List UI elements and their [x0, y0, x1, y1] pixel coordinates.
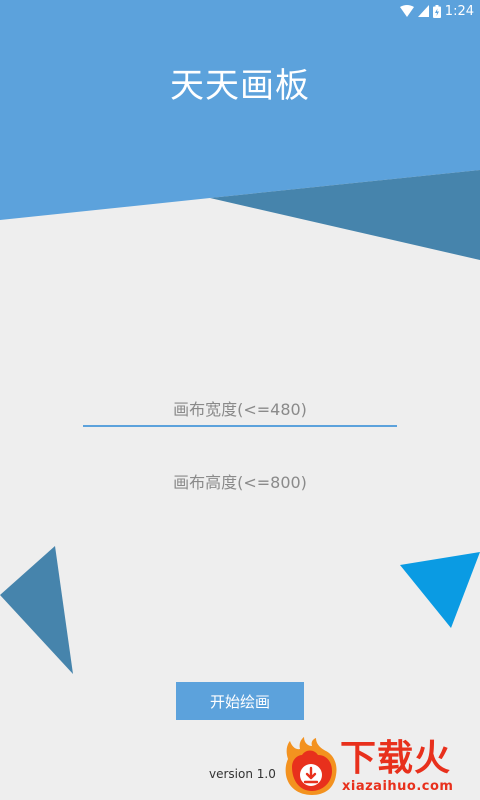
left-triangle-decoration: [0, 546, 73, 674]
signal-icon: [417, 5, 429, 17]
watermark-logo: 下载火 xiazaihuo.com: [282, 737, 478, 797]
start-drawing-button[interactable]: 开始绘画: [176, 682, 304, 720]
version-label: version 1.0: [209, 767, 276, 781]
status-time: 1:24: [444, 3, 474, 19]
canvas-width-input[interactable]: [83, 393, 397, 427]
app-title: 天天画板: [170, 66, 310, 106]
right-triangle-decoration: [400, 552, 480, 628]
canvas-height-input[interactable]: [83, 466, 397, 500]
flame-logo-icon: [285, 737, 337, 795]
watermark-subtitle: xiazaihuo.com: [342, 779, 454, 794]
watermark-title: 下载火: [340, 738, 452, 779]
battery-icon: [432, 4, 441, 18]
wifi-icon: [399, 5, 414, 17]
status-bar: 1:24: [0, 0, 480, 22]
